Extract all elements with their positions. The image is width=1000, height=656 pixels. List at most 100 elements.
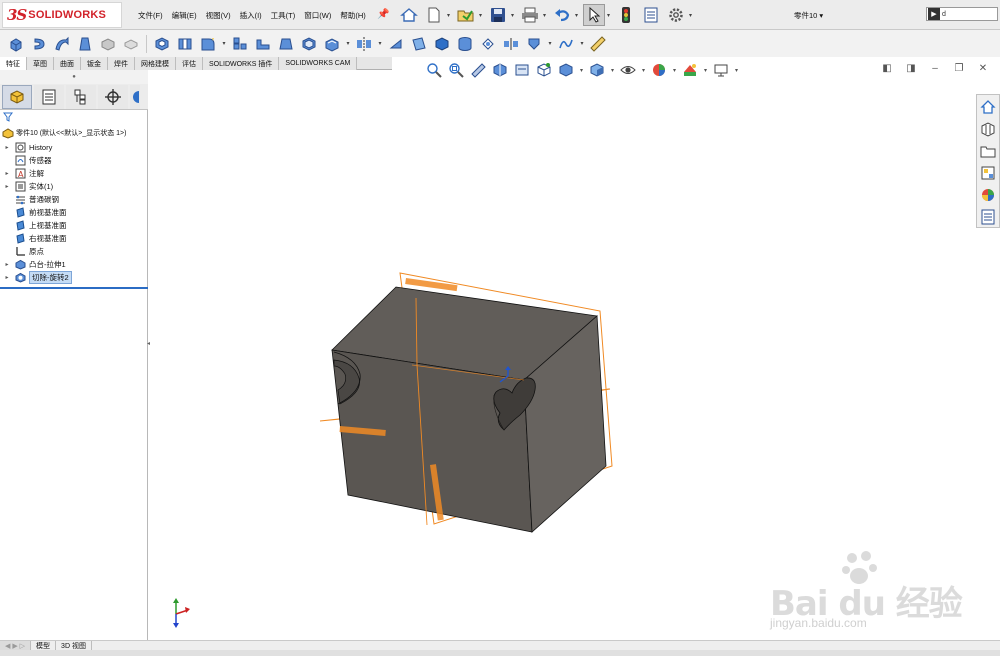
extruded-boss-icon[interactable] (6, 34, 26, 54)
view-orientation-icon[interactable] (556, 60, 576, 80)
tree-item-history[interactable]: ▸ History (0, 141, 148, 154)
view-settings-icon[interactable] (711, 60, 731, 80)
property-manager-tab-icon[interactable] (34, 84, 64, 109)
edit-appearance-icon[interactable] (649, 60, 669, 80)
intersect-icon[interactable] (386, 34, 406, 54)
solidworks-resources-icon[interactable] (978, 97, 998, 116)
menu-insert[interactable]: 插入(I) (240, 10, 262, 21)
rollback-bar[interactable] (0, 287, 148, 289)
search-input[interactable]: d (942, 11, 946, 18)
open-dropdown-icon[interactable]: ▾ (477, 12, 484, 19)
rebuild-traffic-light-icon[interactable] (615, 4, 637, 26)
tab-features[interactable]: 特征 (0, 57, 27, 70)
search-box[interactable]: ▶ d (926, 7, 998, 21)
section-view-icon[interactable] (490, 60, 510, 80)
display-style-dropdown-icon[interactable]: ▾ (609, 67, 616, 74)
apply-scene-dropdown-icon[interactable]: ▾ (702, 67, 709, 74)
file-properties-icon[interactable] (640, 4, 662, 26)
move-copy-body-icon[interactable] (478, 34, 498, 54)
zoom-to-area-icon[interactable] (446, 60, 466, 80)
hole-wizard-icon[interactable] (175, 34, 195, 54)
reference-triad-icon[interactable] (173, 598, 190, 628)
shell-icon[interactable] (299, 34, 319, 54)
menu-view[interactable]: 视图(V) (206, 10, 231, 21)
tree-item-top-plane[interactable]: 上视基准面 (0, 219, 148, 232)
mirror-dropdown-icon[interactable]: ▾ (377, 40, 383, 47)
split-right-icon[interactable]: ◨ (904, 62, 918, 74)
swept-boss-icon[interactable] (52, 34, 72, 54)
print-icon[interactable] (519, 4, 541, 26)
tab-weldments[interactable]: 焊件 (108, 57, 135, 70)
view-selector-icon[interactable] (534, 60, 554, 80)
extruded-cut-icon[interactable] (152, 34, 172, 54)
fillet-icon[interactable] (198, 34, 218, 54)
gear-icon[interactable] (665, 4, 687, 26)
tab-evaluate[interactable]: 评估 (176, 57, 203, 70)
mirror-icon[interactable] (354, 34, 374, 54)
tab-mesh-modeling[interactable]: 网格建模 (135, 57, 176, 70)
rib-icon[interactable] (253, 34, 273, 54)
zoom-to-fit-icon[interactable] (424, 60, 444, 80)
close-icon[interactable]: ✕ (976, 62, 990, 74)
tree-item-boss-extrude1[interactable]: ▸ 凸台-拉伸1 (0, 258, 148, 271)
expand-arrow-icon[interactable]: ▸ (3, 274, 11, 281)
tree-item-front-plane[interactable]: 前视基准面 (0, 206, 148, 219)
wrap-dropdown-icon[interactable]: ▾ (345, 40, 351, 47)
pin-menu-icon[interactable]: 📌 (377, 9, 389, 20)
view-orientation-dropdown-icon[interactable]: ▾ (578, 67, 585, 74)
print-dropdown-icon[interactable]: ▾ (541, 12, 548, 19)
draft-icon[interactable] (276, 34, 296, 54)
expand-arrow-icon[interactable]: ▸ (3, 261, 11, 268)
custom-properties-icon[interactable] (978, 207, 998, 226)
curve-dropdown-icon[interactable]: ▾ (579, 40, 585, 47)
instant3d-icon[interactable] (455, 34, 475, 54)
split-left-icon[interactable]: ◧ (880, 62, 894, 74)
tab-solidworks-cam[interactable]: SOLIDWORKS CAM (279, 57, 358, 70)
boundary-boss-icon[interactable] (98, 34, 118, 54)
fillet-dropdown-icon[interactable]: ▾ (221, 40, 227, 47)
wrap-icon[interactable] (322, 34, 342, 54)
tree-item-origin[interactable]: 原点 (0, 245, 148, 258)
document-title[interactable]: 零件10 ▾ (794, 10, 823, 21)
tab-solidworks-addins[interactable]: SOLIDWORKS 插件 (203, 57, 280, 70)
file-explorer-icon[interactable] (978, 141, 998, 160)
home-icon[interactable] (398, 4, 420, 26)
hide-show-items-icon[interactable] (618, 60, 638, 80)
tree-item-cut-revolve2[interactable]: ▸ 切除-旋转2 (0, 271, 148, 284)
appearances-icon[interactable] (978, 185, 998, 204)
expand-arrow-icon[interactable]: ▸ (3, 183, 11, 190)
revolved-boss-icon[interactable] (29, 34, 49, 54)
dimxpert-manager-tab-icon[interactable] (98, 84, 128, 109)
solidworks-logo[interactable]: 3S SOLIDWORKS (2, 2, 122, 28)
menu-window[interactable]: 窗口(W) (304, 10, 331, 21)
reference-point-icon[interactable] (524, 34, 544, 54)
linear-pattern-icon[interactable] (230, 34, 250, 54)
tab-surfaces[interactable]: 曲面 (54, 57, 81, 70)
display-manager-tab-icon[interactable] (130, 84, 140, 109)
dynamic-annotation-icon[interactable] (512, 60, 532, 80)
curve-icon[interactable] (556, 34, 576, 54)
tab-motion-study-nav[interactable]: ◀ ▶ ▷ (0, 640, 32, 651)
lofted-boss-icon[interactable] (75, 34, 95, 54)
tree-item-sensors[interactable]: 传感器 (0, 154, 148, 167)
tree-item-annotations[interactable]: ▸ A 注解 (0, 167, 148, 180)
menu-tools[interactable]: 工具(T) (271, 10, 296, 21)
tab-sketch[interactable]: 草图 (27, 57, 54, 70)
tree-root-part[interactable]: 零件10 (默认<<默认>_显示状态 1>) (2, 127, 126, 139)
display-style-icon[interactable] (587, 60, 607, 80)
options-dropdown-icon[interactable]: ▾ (687, 12, 694, 19)
undo-icon[interactable] (551, 4, 573, 26)
new-dropdown-icon[interactable]: ▾ (445, 12, 452, 19)
tree-item-right-plane[interactable]: 右视基准面 (0, 232, 148, 245)
tree-item-solid-bodies[interactable]: ▸ 实体(1) (0, 180, 148, 193)
expand-arrow-icon[interactable]: ▸ (3, 144, 11, 151)
tab-model[interactable]: 模型 (31, 640, 57, 651)
collapse-handle-icon[interactable]: ● (0, 70, 148, 84)
thicken-icon[interactable] (121, 34, 141, 54)
reference-dropdown-icon[interactable]: ▾ (547, 40, 553, 47)
undo-dropdown-icon[interactable]: ▾ (573, 12, 580, 19)
expand-arrow-icon[interactable]: ▸ (3, 170, 11, 177)
open-folder-icon[interactable] (455, 4, 477, 26)
new-document-icon[interactable] (423, 4, 445, 26)
configuration-manager-tab-icon[interactable] (66, 84, 96, 109)
